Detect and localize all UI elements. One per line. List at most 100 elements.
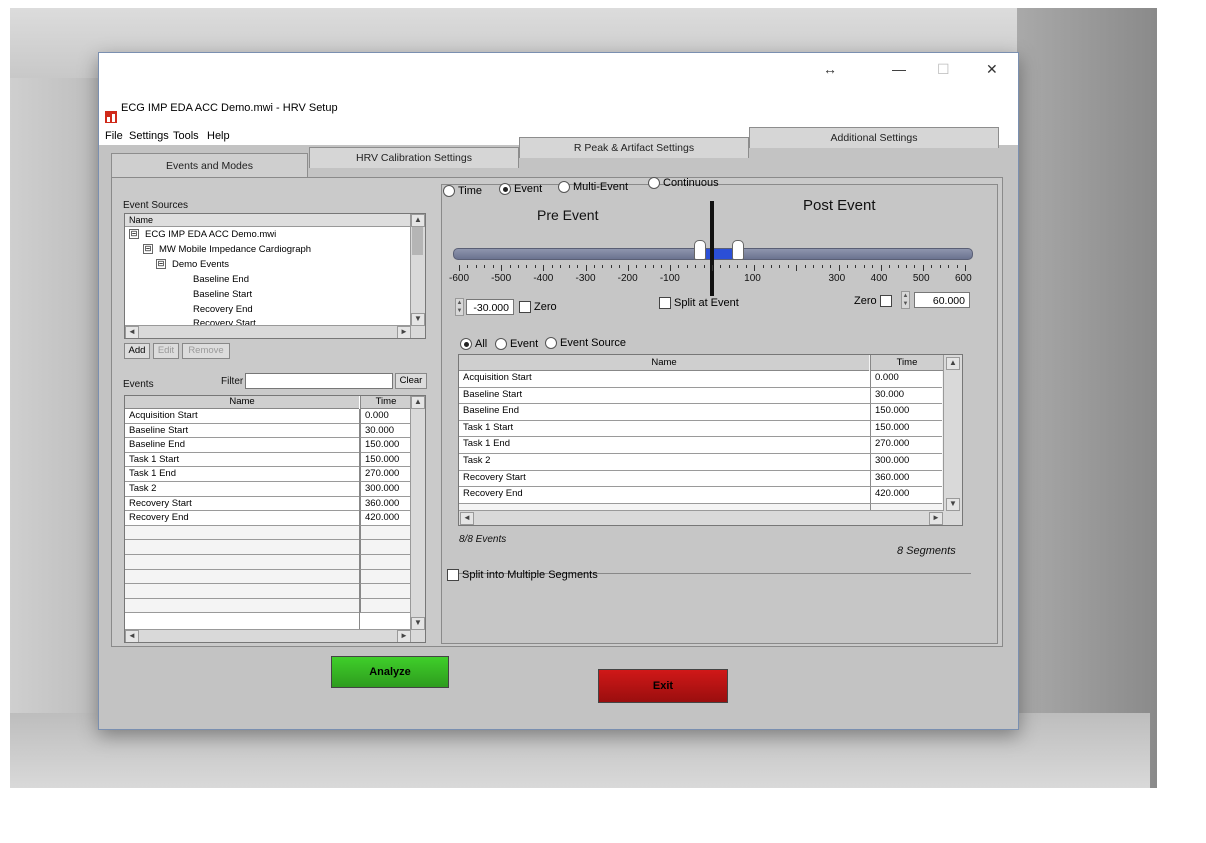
- table-row-time[interactable]: 300.000: [870, 454, 942, 471]
- remove-button[interactable]: Remove: [182, 343, 230, 359]
- segments-time-header[interactable]: Time: [870, 355, 943, 371]
- close-button[interactable]: ✕: [986, 61, 998, 78]
- menu-help[interactable]: Help: [207, 130, 230, 142]
- table-row-time[interactable]: 270.000: [360, 467, 410, 482]
- tree-horizontal-scrollbar[interactable]: ◄ ►: [125, 325, 411, 338]
- scroll-thumb[interactable]: [412, 227, 423, 255]
- table-row-time[interactable]: 420.000: [870, 487, 942, 504]
- tab-events-and-modes[interactable]: Events and Modes: [111, 153, 308, 178]
- segments-name-header[interactable]: Name: [459, 355, 869, 371]
- pre-event-value[interactable]: -30.000: [466, 299, 514, 315]
- collapse-icon[interactable]: ⊟: [156, 259, 166, 270]
- table-row-time[interactable]: 150.000: [360, 438, 410, 453]
- radio-icon[interactable]: [648, 177, 660, 190]
- table-row-time[interactable]: 150.000: [360, 452, 410, 468]
- tree-item-recovery-start[interactable]: Recovery Start: [193, 317, 256, 325]
- tree-item-recovery-end[interactable]: Recovery End: [193, 303, 253, 317]
- table-row-name[interactable]: Recovery Start: [125, 496, 359, 512]
- tree-item-baseline-end[interactable]: Baseline End: [193, 273, 249, 287]
- table-row-name[interactable]: Recovery Start: [459, 470, 870, 488]
- events-horizontal-scrollbar[interactable]: ◄ ►: [125, 629, 411, 642]
- event-segments-table[interactable]: Name Time Acquisition Start 0.000 Baseline…: [458, 354, 963, 526]
- clear-button[interactable]: Clear: [395, 373, 427, 389]
- exit-button[interactable]: Exit: [598, 669, 728, 703]
- tree-item-device[interactable]: ⊟ MW Mobile Impedance Cardiograph: [143, 243, 311, 257]
- table-row-name[interactable]: Baseline Start: [125, 423, 359, 439]
- table-row-name[interactable]: Recovery End: [125, 511, 359, 526]
- scroll-down-icon[interactable]: ▼: [946, 498, 960, 511]
- pre-event-slider-thumb[interactable]: [694, 240, 707, 260]
- radio-icon[interactable]: [499, 183, 511, 196]
- filter-all-radio[interactable]: All: [460, 338, 487, 351]
- mode-time-radio[interactable]: Time: [443, 185, 482, 198]
- post-event-slider-thumb[interactable]: [732, 240, 745, 260]
- events-table[interactable]: Name Time Acquisition Start 0.000 Baseline…: [124, 395, 426, 643]
- collapse-icon[interactable]: ⊟: [143, 244, 153, 255]
- table-row-time[interactable]: 150.000: [870, 404, 942, 421]
- scroll-right-icon[interactable]: ►: [929, 512, 943, 525]
- table-row-name[interactable]: Task 1 Start: [125, 452, 359, 468]
- edit-button[interactable]: Edit: [153, 343, 179, 359]
- scroll-up-icon[interactable]: ▲: [411, 396, 425, 409]
- table-row-time[interactable]: 360.000: [360, 496, 410, 512]
- add-button[interactable]: Add: [124, 343, 150, 359]
- table-row-time[interactable]: 360.000: [870, 470, 942, 488]
- table-row-name[interactable]: Baseline End: [459, 404, 870, 421]
- tree-item-baseline-start[interactable]: Baseline Start: [193, 288, 252, 302]
- mode-continuous-radio[interactable]: Continuous: [648, 177, 719, 190]
- tree-item-file[interactable]: ⊟ ECG IMP EDA ACC Demo.mwi: [129, 228, 276, 242]
- scroll-left-icon[interactable]: ◄: [460, 512, 474, 525]
- table-row-name[interactable]: Baseline End: [125, 438, 359, 453]
- radio-icon[interactable]: [460, 338, 472, 351]
- table-row-time[interactable]: 270.000: [870, 437, 942, 454]
- post-zero-checkbox[interactable]: Zero: [854, 295, 895, 308]
- menu-tools[interactable]: Tools: [173, 130, 199, 142]
- filter-input[interactable]: [245, 373, 393, 389]
- scroll-down-icon[interactable]: ▼: [411, 617, 425, 630]
- table-row-time[interactable]: 30.000: [360, 423, 410, 439]
- scroll-left-icon[interactable]: ◄: [125, 326, 139, 338]
- table-row-name[interactable]: Task 1 Start: [459, 420, 870, 438]
- table-row-time[interactable]: 150.000: [870, 420, 942, 438]
- checkbox-icon[interactable]: [659, 297, 671, 310]
- table-row-name[interactable]: Task 1 End: [459, 437, 870, 454]
- collapse-icon[interactable]: ⊟: [129, 229, 139, 240]
- tree-item-demo-events[interactable]: ⊟ Demo Events: [156, 258, 229, 272]
- table-row-name[interactable]: Acquisition Start: [125, 409, 359, 424]
- radio-icon[interactable]: [558, 181, 570, 194]
- checkbox-icon[interactable]: [519, 301, 531, 314]
- pre-zero-checkbox[interactable]: Zero: [519, 301, 557, 314]
- filter-event-source-radio[interactable]: Event Source: [545, 337, 626, 350]
- minimize-button[interactable]: —: [892, 61, 906, 77]
- scroll-down-icon[interactable]: ▼: [411, 313, 425, 326]
- scroll-up-icon[interactable]: ▲: [946, 357, 960, 370]
- radio-icon[interactable]: [443, 185, 455, 198]
- table-row-time[interactable]: 300.000: [360, 482, 410, 497]
- maximize-button[interactable]: ☐: [937, 61, 950, 78]
- table-row-time[interactable]: 0.000: [870, 371, 942, 388]
- mode-event-radio[interactable]: Event: [499, 183, 542, 196]
- table-row-name[interactable]: Recovery End: [459, 487, 870, 504]
- scroll-left-icon[interactable]: ◄: [125, 630, 139, 642]
- table-row-time[interactable]: 420.000: [360, 511, 410, 526]
- post-value-spinner[interactable]: ▲ ▼: [901, 291, 910, 309]
- segments-vertical-scrollbar[interactable]: ▲ ▼: [943, 355, 962, 525]
- table-row-name[interactable]: Baseline Start: [459, 387, 870, 405]
- table-row-name[interactable]: Acquisition Start: [459, 371, 870, 388]
- table-row-name[interactable]: Task 1 End: [125, 467, 359, 482]
- analyze-button[interactable]: Analyze: [331, 656, 449, 688]
- radio-icon[interactable]: [495, 338, 507, 351]
- events-vertical-scrollbar[interactable]: ▲ ▼: [410, 396, 425, 642]
- table-row-time[interactable]: 30.000: [870, 387, 942, 405]
- table-row-name[interactable]: Task 2: [125, 482, 359, 497]
- table-row-time[interactable]: 0.000: [360, 409, 410, 424]
- event-sources-tree[interactable]: Name ⊟ ECG IMP EDA ACC Demo.mwi ⊟ MW Mobil…: [124, 213, 426, 339]
- tab-additional-settings[interactable]: Additional Settings: [749, 127, 999, 148]
- scroll-right-icon[interactable]: ►: [397, 326, 411, 338]
- split-multiple-segments-checkbox[interactable]: Split into Multiple Segments: [447, 569, 598, 582]
- resize-icon[interactable]: ↔: [823, 61, 837, 77]
- table-row-name[interactable]: Task 2: [459, 454, 870, 471]
- menu-settings[interactable]: Settings: [129, 130, 169, 142]
- checkbox-icon[interactable]: [447, 569, 459, 582]
- scroll-right-icon[interactable]: ►: [397, 630, 411, 642]
